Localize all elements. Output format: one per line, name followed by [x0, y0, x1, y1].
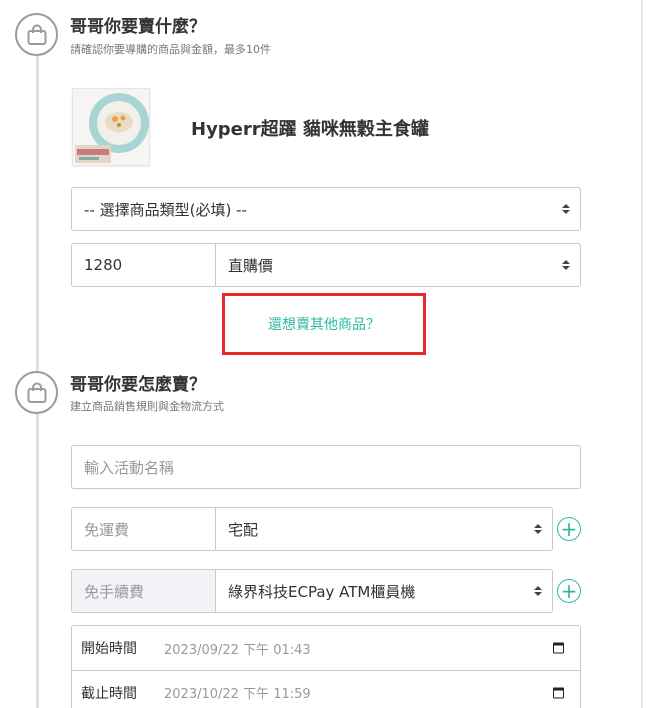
- date-range-group: 開始時間 2023/09/22 下午 01:43 截止時間 2023/10/22…: [71, 625, 581, 708]
- shipping-method-select[interactable]: 宅配: [215, 508, 552, 550]
- step2-subtitle: 建立商品銷售規則與金物流方式: [70, 400, 224, 413]
- price-type-select[interactable]: 直購價: [215, 244, 580, 286]
- end-time-row[interactable]: 截止時間 2023/10/22 下午 11:59: [72, 670, 580, 708]
- more-products-highlight: 還想賣其他商品？: [222, 293, 426, 355]
- price-row: 1280 直購價: [71, 243, 581, 287]
- shopping-bag-icon: [15, 371, 58, 414]
- step2-title: 哥哥你要怎麼賣？: [70, 375, 206, 395]
- shipping-fee-placeholder: 免運費: [84, 520, 130, 539]
- shipping-fee-input[interactable]: 免運費: [72, 508, 215, 550]
- product-image: [72, 88, 150, 166]
- price-value: 1280: [84, 256, 123, 274]
- add-shipping-button[interactable]: +: [557, 517, 581, 541]
- calendar-icon[interactable]: [553, 687, 564, 698]
- product-type-select[interactable]: -- 選擇商品類型(必填) --: [71, 187, 581, 231]
- payment-row: 免手續費 綠界科技ECPay ATM櫃員機: [71, 569, 553, 613]
- page-right-border: [641, 0, 643, 708]
- step1-title: 哥哥你要賣什麼？: [70, 17, 206, 37]
- start-time-label: 開始時間: [81, 641, 137, 657]
- payment-fee-placeholder: 免手續費: [84, 582, 145, 601]
- step1-subtitle: 請確認你要導購的商品與金額，最多10件: [70, 43, 271, 56]
- payment-method-select[interactable]: 綠界科技ECPay ATM櫃員機: [215, 570, 552, 612]
- product-name: Hyperr超躍 貓咪無穀主食罐: [191, 119, 429, 140]
- shipping-method-value: 宅配: [228, 520, 259, 539]
- payment-fee-input[interactable]: 免手續費: [72, 570, 215, 612]
- campaign-name-placeholder: 輸入活動名稱: [84, 458, 175, 477]
- price-type-value: 直購價: [228, 256, 274, 275]
- select-arrows-icon: [562, 260, 570, 270]
- price-input[interactable]: 1280: [72, 244, 215, 286]
- start-time-value: 2023/09/22 下午 01:43: [164, 642, 311, 658]
- select-arrows-icon: [562, 204, 570, 214]
- add-payment-button[interactable]: +: [557, 579, 581, 603]
- campaign-name-input[interactable]: 輸入活動名稱: [71, 445, 581, 489]
- payment-method-value: 綠界科技ECPay ATM櫃員機: [228, 582, 416, 601]
- end-time-value: 2023/10/22 下午 11:59: [164, 687, 311, 702]
- calendar-icon[interactable]: [553, 642, 564, 654]
- shopping-bag-icon: [15, 13, 58, 56]
- end-time-label: 截止時間: [81, 685, 137, 702]
- select-arrows-icon: [534, 524, 542, 534]
- more-products-link[interactable]: 還想賣其他商品？: [268, 314, 380, 334]
- product-type-select-value: -- 選擇商品類型(必填) --: [84, 200, 247, 219]
- select-arrows-icon: [534, 586, 542, 596]
- shipping-row: 免運費 宅配: [71, 507, 553, 551]
- start-time-row[interactable]: 開始時間 2023/09/22 下午 01:43: [72, 626, 580, 670]
